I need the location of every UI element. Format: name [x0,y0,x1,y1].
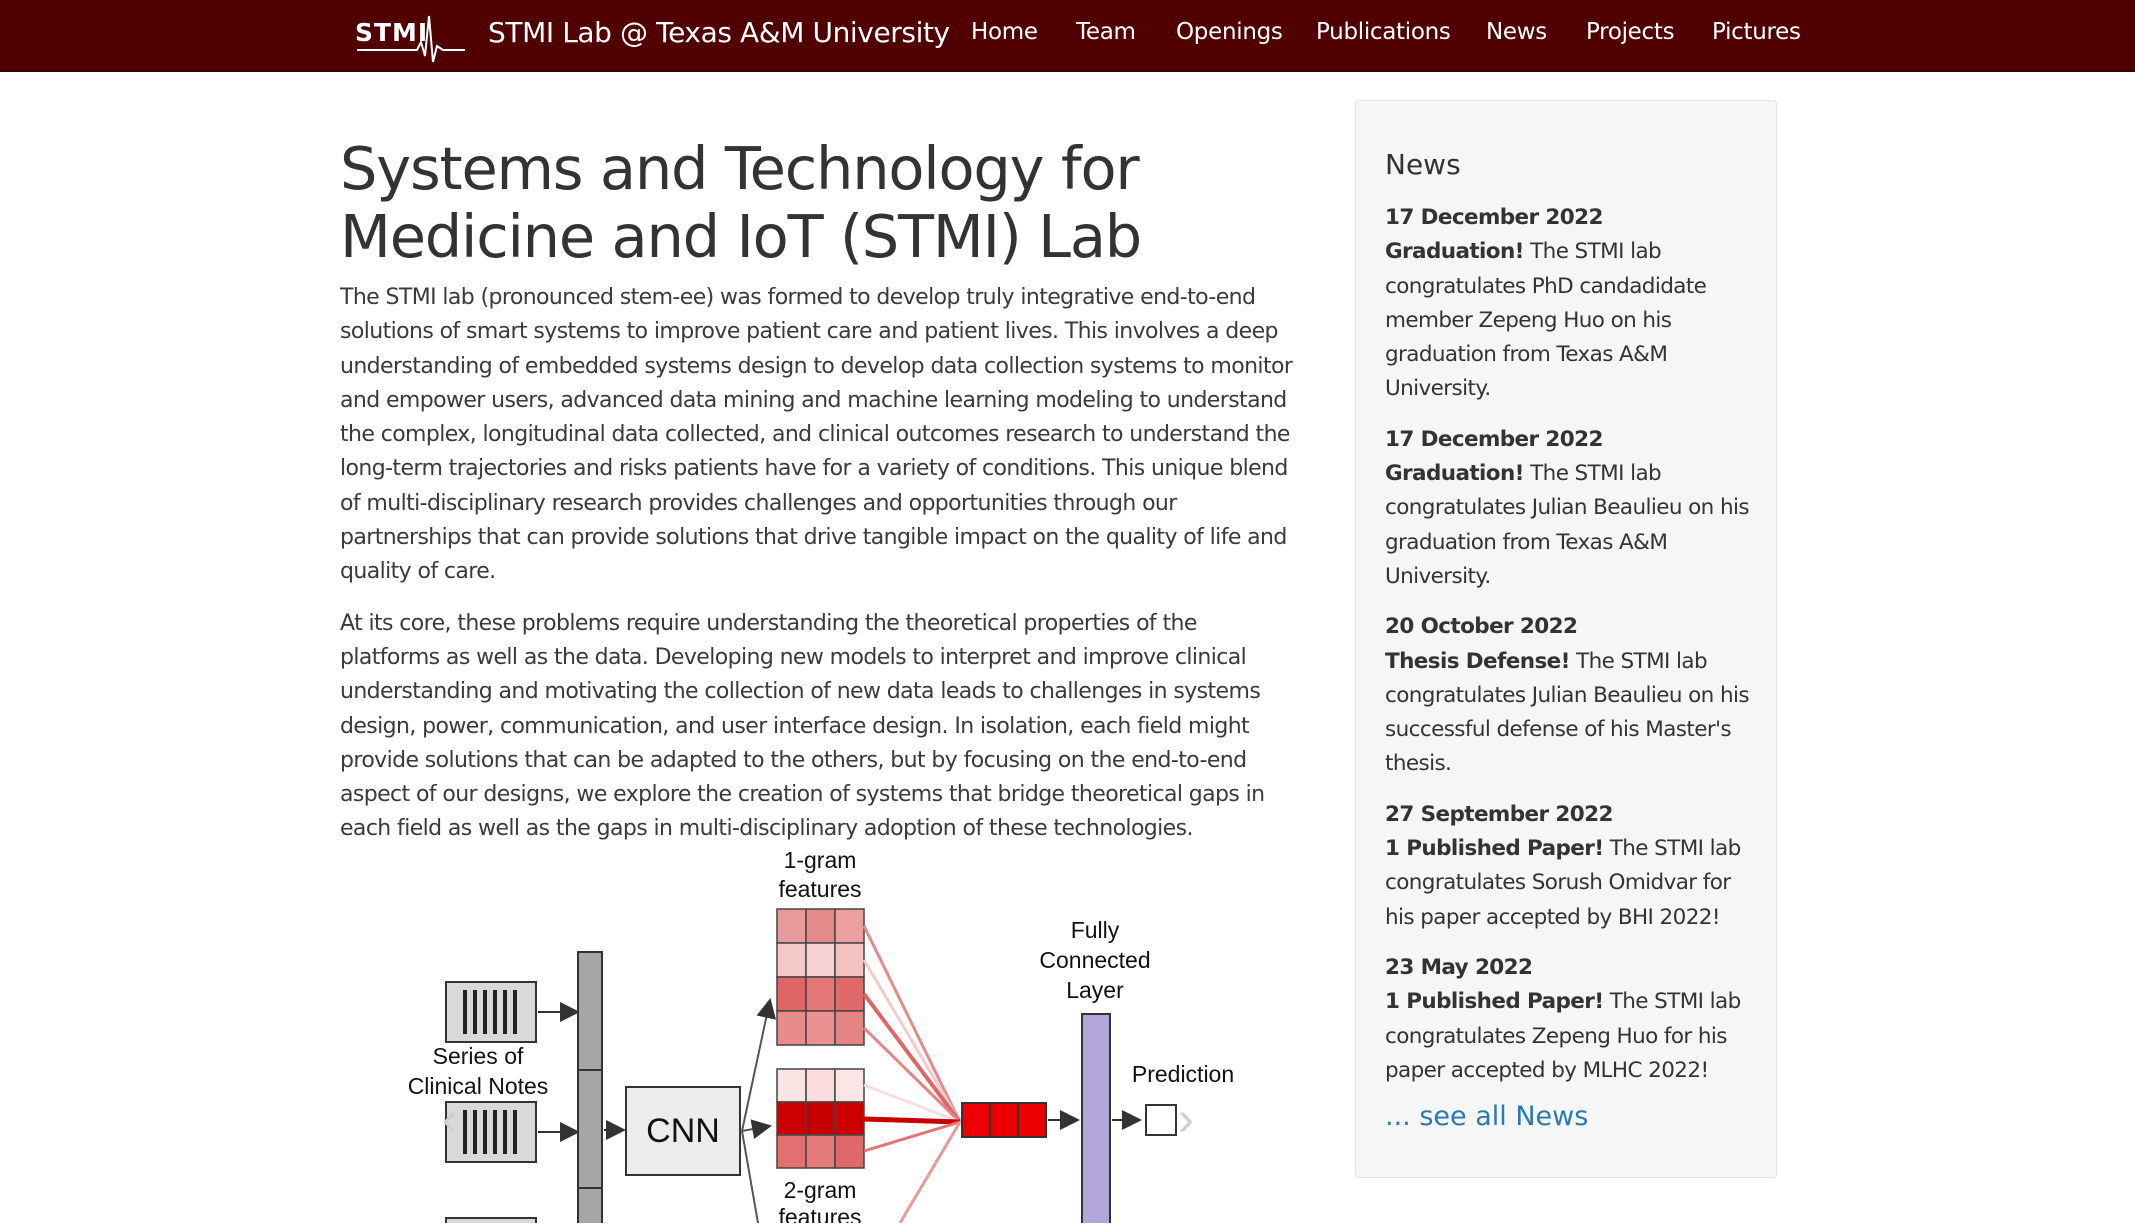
embedding-column [577,951,603,1227]
news-list: 17 December 2022 Graduation! The STMI la… [1385,201,1760,1104]
nav-openings[interactable]: Openings [1176,19,1283,45]
one-gram-grid [776,908,865,1046]
news-date: 23 May 2022 [1385,954,1533,980]
two-gram-label-2: features [778,1204,861,1223]
prediction-label: Prediction [1132,1061,1234,1087]
nav-home[interactable]: Home [971,19,1038,45]
core-paragraph: At its core, these problems require unde… [340,610,1265,842]
fully-connected-layer [1081,1013,1111,1227]
news-sidebar: News 17 December 2022 Graduation! The ST… [1355,100,1777,1178]
clinical-note-icon-3 [445,1217,537,1227]
intro-paragraph: The STMI lab (pronounced stem-ee) was fo… [340,285,1293,585]
carousel-next-icon[interactable]: › [1178,1093,1194,1146]
model-diagram: Series of Clinical Notes CNN 1-gram feat… [340,840,1295,1227]
news-date: 27 September 2022 [1385,801,1613,827]
feature-connections [862,925,962,1224]
heartbeat-icon [357,15,465,63]
main-content: Systems and Technology for Medicine and … [340,135,1295,847]
fc-label-1: Fully [1071,917,1120,943]
news-item: 27 September 2022 1 Published Paper! The… [1385,798,1760,935]
top-navbar: STMI STMI Lab @ Texas A&M University Hom… [0,0,2135,72]
news-item: 20 October 2022 Thesis Defense! The STMI… [1385,610,1760,781]
news-title: 1 Published Paper! [1385,836,1604,862]
news-item: 23 May 2022 1 Published Paper! The STMI … [1385,951,1760,1088]
news-title: 1 Published Paper! [1385,989,1604,1015]
news-item: 17 December 2022 Graduation! The STMI la… [1385,423,1760,594]
brand-title[interactable]: STMI Lab @ Texas A&M University [488,16,950,49]
one-gram-label-1: 1-gram [784,847,857,873]
page-title-line-2: Medicine and IoT (STMI) Lab [340,202,1142,271]
page-title-line-1: Systems and Technology for [340,134,1140,203]
page-title: Systems and Technology for Medicine and … [340,135,1295,271]
news-date: 17 December 2022 [1385,205,1603,230]
two-gram-label-1: 2-gram [784,1177,857,1203]
notes-label-2: Clinical Notes [408,1073,549,1099]
see-all-news-link[interactable]: ... see all News [1385,1101,1588,1132]
news-date: 17 December 2022 [1385,426,1603,452]
nav-projects[interactable]: Projects [1586,19,1675,45]
news-title: Graduation! [1385,239,1525,265]
nav-news[interactable]: News [1486,19,1547,45]
nav-pictures[interactable]: Pictures [1712,19,1801,45]
notes-label-1: Series of [433,1043,524,1069]
clinical-note-icon-1 [445,981,537,1043]
nav-publications[interactable]: Publications [1316,19,1451,45]
news-date: 20 October 2022 [1385,614,1578,640]
fc-label-3: Layer [1066,977,1124,1003]
clinical-note-icon-2 [445,1101,537,1163]
nav-team[interactable]: Team [1076,19,1136,45]
news-title: Thesis Defense! [1385,648,1570,674]
pooled-vector [961,1102,1047,1138]
one-gram-label-2: features [778,876,861,902]
carousel-prev-icon[interactable]: ‹ [442,1093,458,1146]
stmi-logo[interactable]: STMI [355,12,467,68]
news-item: 17 December 2022 Graduation! The STMI la… [1385,201,1760,407]
fc-label-2: Connected [1039,947,1150,973]
news-title: Graduation! [1385,461,1525,487]
cnn-label: CNN [646,1112,720,1150]
prediction-box [1145,1104,1177,1136]
two-gram-grid [776,1068,865,1169]
news-heading: News [1385,148,1461,181]
